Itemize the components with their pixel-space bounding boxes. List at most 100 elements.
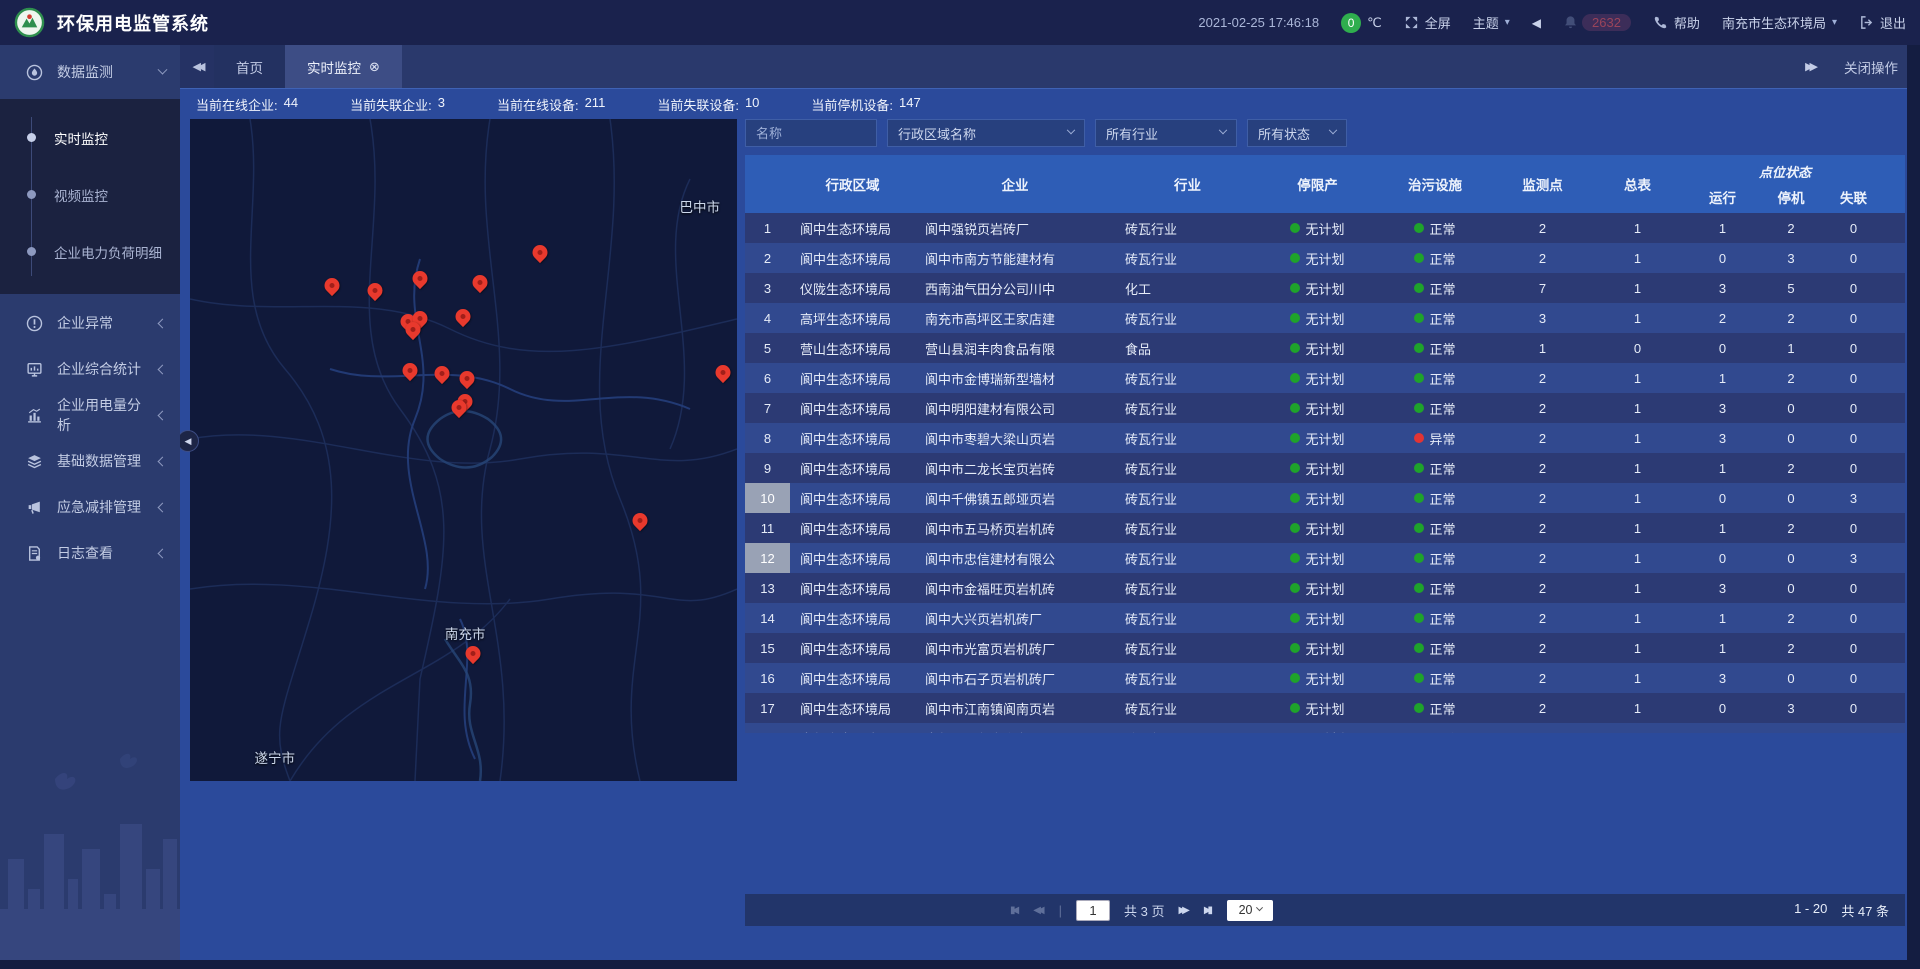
logout-icon xyxy=(1859,15,1874,30)
sidebar-item-basic-data[interactable]: 基础数据管理 xyxy=(0,438,180,484)
sidebar-item-power-load-detail[interactable]: 企业电力负荷明细 xyxy=(0,223,180,280)
cell-meters: 1 xyxy=(1590,311,1685,326)
sidebar-item-data-monitoring[interactable]: 数据监测 xyxy=(0,45,180,99)
map-pin[interactable] xyxy=(435,366,450,381)
table-row[interactable]: 18 南部生态环境局 南部县砌华土陶有限公 砖瓦行业 无计划 正常 2 1 0 … xyxy=(745,723,1905,733)
table-row[interactable]: 1 阆中生态环境局 阆中强锐页岩砖厂 砖瓦行业 无计划 正常 2 1 1 2 0 xyxy=(745,213,1905,243)
brand: 环保用电监管系统 xyxy=(14,7,209,38)
org-dropdown[interactable]: 南充市生态环境局 ▾ xyxy=(1722,13,1837,32)
bar-chart-icon xyxy=(26,407,43,424)
next-page-button[interactable]: ▶▶ xyxy=(1178,905,1189,916)
prev-page-button[interactable]: ◀◀ xyxy=(1033,905,1044,916)
status-select[interactable]: 所有状态 xyxy=(1247,119,1347,147)
cell-region: 阆中生态环境局 xyxy=(790,399,915,418)
map-pin[interactable] xyxy=(367,283,382,298)
first-page-button[interactable]: ▮◀ xyxy=(1010,905,1019,916)
speaker-mute-icon: ◀ xyxy=(1532,16,1541,30)
map-pin[interactable] xyxy=(533,245,548,260)
logout-button[interactable]: 退出 xyxy=(1859,13,1906,32)
cell-industry: 砖瓦行业 xyxy=(1115,219,1260,238)
map-pin[interactable] xyxy=(633,513,648,528)
treatment-label: 正常 xyxy=(1429,579,1455,598)
sidebar-item-company-statistics[interactable]: 企业综合统计 xyxy=(0,346,180,392)
page-number-input[interactable] xyxy=(1076,900,1110,921)
page-size-select[interactable]: 20 xyxy=(1227,900,1273,921)
cell-limit: 无计划 xyxy=(1260,579,1375,598)
table-row[interactable]: 10 阆中生态环境局 阆中千佛镇五郎垭页岩 砖瓦行业 无计划 正常 2 1 0 … xyxy=(745,483,1905,513)
cell-industry: 食品 xyxy=(1115,339,1260,358)
limit-label: 无计划 xyxy=(1305,279,1344,298)
table-row[interactable]: 7 阆中生态环境局 阆中明阳建材有限公司 砖瓦行业 无计划 正常 2 1 3 0… xyxy=(745,393,1905,423)
map-pin[interactable] xyxy=(402,363,417,378)
cell-stopped: 2 xyxy=(1760,461,1822,476)
table-row[interactable]: 8 阆中生态环境局 阆中市枣碧大梁山页岩 砖瓦行业 无计划 异常 2 1 3 0… xyxy=(745,423,1905,453)
map-pin[interactable] xyxy=(465,646,480,661)
map-collapse-button[interactable]: ◀ xyxy=(177,430,199,452)
cell-industry: 砖瓦行业 xyxy=(1115,729,1260,734)
bullet-icon xyxy=(27,190,36,199)
sidebar-item-power-analysis[interactable]: 企业用电量分析 xyxy=(0,392,180,438)
cell-meters: 0 xyxy=(1590,341,1685,356)
table-row[interactable]: 15 阆中生态环境局 阆中市光富页岩机砖厂 砖瓦行业 无计划 正常 2 1 1 … xyxy=(745,633,1905,663)
help-button[interactable]: 帮助 xyxy=(1653,13,1700,32)
map-pin[interactable] xyxy=(406,322,421,337)
mute-button[interactable]: ◀ xyxy=(1532,16,1541,30)
last-page-button[interactable]: ▶▮ xyxy=(1204,905,1213,916)
tab-realtime-monitoring[interactable]: 实时监控 ⊗ xyxy=(285,45,402,88)
map-pin[interactable] xyxy=(452,400,467,415)
cell-offline: 0 xyxy=(1822,431,1885,446)
treatment-status-dot xyxy=(1414,313,1424,323)
notifications[interactable]: 2632 xyxy=(1563,14,1631,31)
cell-company: 南部县砌华土陶有限公 xyxy=(915,729,1115,734)
map-pin[interactable] xyxy=(325,278,340,293)
table-row[interactable]: 14 阆中生态环境局 阆中大兴页岩机砖厂 砖瓦行业 无计划 正常 2 1 1 2… xyxy=(745,603,1905,633)
table-row[interactable]: 9 阆中生态环境局 阆中市二龙长宝页岩砖 砖瓦行业 无计划 正常 2 1 1 2… xyxy=(745,453,1905,483)
sidebar-item-realtime-monitoring[interactable]: 实时监控 xyxy=(0,109,180,166)
cell-industry: 砖瓦行业 xyxy=(1115,609,1260,628)
cell-running: 1 xyxy=(1685,221,1760,236)
theme-dropdown[interactable]: 主题 ▾ xyxy=(1473,13,1510,32)
close-operations-button[interactable]: 关闭操作 xyxy=(1844,57,1898,77)
top-header: 环保用电监管系统 2021-02-25 17:46:18 0 ℃ 全屏 主题 ▾… xyxy=(0,0,1920,45)
name-search-input[interactable] xyxy=(745,119,877,147)
fullscreen-button[interactable]: 全屏 xyxy=(1404,13,1451,32)
phone-icon xyxy=(1653,15,1668,30)
treatment-label: 正常 xyxy=(1429,249,1455,268)
table-row[interactable]: 4 高坪生态环境局 南充市高坪区王家店建 砖瓦行业 无计划 正常 3 1 2 2… xyxy=(745,303,1905,333)
sidebar-item-company-abnormal[interactable]: 企业异常 xyxy=(0,300,180,346)
map-pin[interactable] xyxy=(715,365,730,380)
table-row[interactable]: 2 阆中生态环境局 阆中市南方节能建材有 砖瓦行业 无计划 正常 2 1 0 3… xyxy=(745,243,1905,273)
cell-region: 阆中生态环境局 xyxy=(790,459,915,478)
table-row[interactable]: 6 阆中生态环境局 阆中市金博瑞新型墙材 砖瓦行业 无计划 正常 2 1 1 2… xyxy=(745,363,1905,393)
table-row[interactable]: 5 营山生态环境局 营山县润丰肉食品有限 食品 无计划 正常 1 0 0 1 0 xyxy=(745,333,1905,363)
map-panel[interactable]: 巴中市南充市遂宁市 ◀ xyxy=(190,119,737,781)
tabs-scroll-right-button[interactable]: ▶▶ xyxy=(1805,60,1818,73)
total-pages-label: 共 3 页 xyxy=(1124,901,1164,920)
map-pin[interactable] xyxy=(412,271,427,286)
sidebar-item-logs[interactable]: 日志查看 xyxy=(0,530,180,576)
cell-region: 阆中生态环境局 xyxy=(790,549,915,568)
tab-home[interactable]: 首页 xyxy=(214,45,285,88)
map-pin[interactable] xyxy=(455,309,470,324)
sidebar-item-emergency-reduction[interactable]: 应急减排管理 xyxy=(0,484,180,530)
cell-points: 2 xyxy=(1495,491,1590,506)
table-row[interactable]: 17 阆中生态环境局 阆中市江南镇阆南页岩 砖瓦行业 无计划 正常 2 1 0 … xyxy=(745,693,1905,723)
region-select[interactable]: 行政区域名称 xyxy=(887,119,1085,147)
tabs-scroll-left-button[interactable]: ◀◀ xyxy=(180,45,214,88)
cell-industry: 化工 xyxy=(1115,279,1260,298)
cell-meters: 1 xyxy=(1590,251,1685,266)
cell-stopped: 2 xyxy=(1760,221,1822,236)
table-row[interactable]: 11 阆中生态环境局 阆中市五马桥页岩机砖 砖瓦行业 无计划 正常 2 1 1 … xyxy=(745,513,1905,543)
tab-close-icon[interactable]: ⊗ xyxy=(369,59,380,75)
col-stopped: 停机 xyxy=(1760,187,1822,207)
cell-company: 阆中明阳建材有限公司 xyxy=(915,399,1115,418)
table-row[interactable]: 16 阆中生态环境局 阆中市石子页岩机砖厂 砖瓦行业 无计划 正常 2 1 3 … xyxy=(745,663,1905,693)
table-row[interactable]: 12 阆中生态环境局 阆中市忠信建材有限公 砖瓦行业 无计划 正常 2 1 0 … xyxy=(745,543,1905,573)
sidebar-item-video-monitoring[interactable]: 视频监控 xyxy=(0,166,180,223)
chevron-down-icon: ▾ xyxy=(1505,17,1510,28)
industry-select[interactable]: 所有行业 xyxy=(1095,119,1237,147)
table-row[interactable]: 3 仪陇生态环境局 西南油气田分公司川中 化工 无计划 正常 7 1 3 5 0 xyxy=(745,273,1905,303)
table-row[interactable]: 13 阆中生态环境局 阆中市金福旺页岩机砖 砖瓦行业 无计划 正常 2 1 3 … xyxy=(745,573,1905,603)
map-pin[interactable] xyxy=(459,371,474,386)
map-pin[interactable] xyxy=(472,275,487,290)
